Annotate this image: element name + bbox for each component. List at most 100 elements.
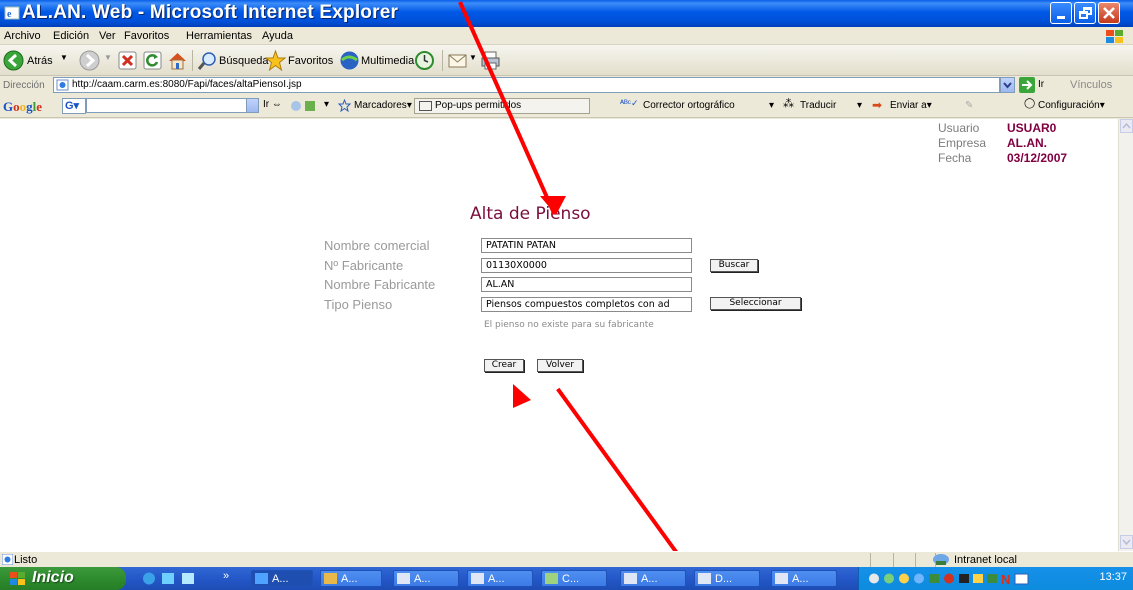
forward-dropdown-icon[interactable]: ▼ — [104, 53, 112, 62]
taskbar-item[interactable]: A... — [467, 570, 533, 587]
spellcheck-button[interactable]: Corrector ortográfico — [643, 100, 735, 111]
word-doc-icon — [624, 573, 637, 584]
google-logo[interactable]: Google — [3, 99, 42, 115]
popup-window-icon — [419, 101, 432, 111]
nombre-fabricante-input[interactable]: AL.AN — [481, 277, 692, 292]
search-icon[interactable] — [197, 50, 218, 71]
taskbar-item[interactable]: A... — [393, 570, 459, 587]
back-button-label[interactable]: Atrás — [27, 55, 53, 67]
status-bar: Listo Intranet local — [0, 551, 1133, 567]
google-options-dropdown[interactable]: ▾ — [324, 99, 329, 110]
scroll-up-button[interactable] — [1120, 119, 1133, 133]
buscar-button[interactable]: Buscar — [710, 259, 758, 272]
menu-edicion[interactable]: Edición — [53, 30, 89, 42]
security-zone: Intranet local — [954, 554, 1017, 566]
fecha-label: Fecha — [938, 151, 972, 165]
annotation-arrow-bottom — [556, 387, 692, 573]
taskbar-item[interactable]: A... — [320, 570, 382, 587]
history-icon[interactable] — [414, 50, 435, 71]
multimedia-icon[interactable] — [339, 50, 360, 71]
annotation-arrowhead-bottom — [513, 384, 531, 408]
nombre-comercial-label: Nombre comercial — [324, 238, 430, 253]
svg-text:N: N — [1001, 572, 1010, 586]
fecha-value: 03/12/2007 — [1007, 151, 1068, 165]
seleccionar-button[interactable]: Seleccionar — [710, 297, 801, 310]
translate-icon: ⁂ — [783, 98, 794, 110]
volver-button[interactable]: Volver — [537, 359, 583, 372]
send-to-button[interactable]: Enviar a▾ — [890, 100, 932, 111]
settings-button[interactable]: Configuración▾ — [1038, 100, 1105, 111]
spellcheck-icon: ᴬᴮᶜ✓ — [620, 98, 639, 108]
back-dropdown-icon[interactable]: ▼ — [60, 53, 68, 62]
vertical-scrollbar[interactable] — [1118, 119, 1133, 551]
favorites-star-icon[interactable] — [265, 50, 286, 71]
num-fabricante-input[interactable]: 01130X0000 — [481, 258, 692, 273]
svg-text:e: e — [7, 9, 12, 20]
address-dropdown-button[interactable] — [1000, 77, 1015, 93]
empresa-value: AL.AN. — [1007, 136, 1047, 150]
taskbar-item[interactable]: A... — [620, 570, 686, 587]
menu-ver[interactable]: Ver — [99, 30, 116, 42]
windows-flag-icon — [1106, 30, 1123, 43]
quick-launch-icons[interactable] — [142, 571, 212, 586]
annotation-arrowhead-top — [540, 196, 566, 215]
forward-arrow-icon[interactable] — [79, 50, 100, 71]
menu-ayuda[interactable]: Ayuda — [262, 30, 293, 42]
close-button[interactable] — [1098, 2, 1120, 24]
menu-archivo[interactable]: Archivo — [4, 30, 41, 42]
tipo-pienso-input[interactable]: Piensos compuestos completos con ad — [481, 297, 692, 312]
favorites-button-label[interactable]: Favoritos — [288, 55, 333, 67]
start-button[interactable]: Inicio — [0, 567, 126, 590]
bookmarks-button[interactable]: Marcadores▾ — [354, 100, 412, 111]
google-search-dropdown[interactable] — [246, 98, 259, 113]
page-done-icon — [2, 554, 13, 565]
search-button-label[interactable]: Búsqueda — [219, 55, 269, 67]
google-extras-icon[interactable] — [290, 99, 320, 113]
chevron-down-icon — [1003, 82, 1012, 89]
links-label[interactable]: Vínculos — [1070, 79, 1112, 91]
system-tray: N 13:37 — [858, 567, 1133, 590]
go-arrow-icon[interactable] — [1019, 77, 1035, 93]
google-search-input[interactable] — [86, 98, 258, 113]
nombre-comercial-input[interactable]: PATATIN PATAN — [481, 238, 692, 253]
standard-toolbar: Atrás ▼ ▼ Búsqueda Favoritos Multimedia — [0, 45, 1133, 76]
refresh-icon[interactable] — [142, 50, 163, 71]
highlighter-icon[interactable]: ✎ — [965, 100, 973, 111]
google-menu-button[interactable]: G▾ — [62, 98, 86, 114]
spellcheck-dropdown-icon[interactable]: ▾ — [769, 100, 774, 111]
home-icon[interactable] — [167, 50, 188, 71]
empresa-label: Empresa — [938, 136, 987, 150]
menu-bar: Archivo Edición Ver Favoritos Herramient… — [0, 27, 1133, 45]
taskbar-item[interactable]: C... — [541, 570, 607, 587]
usuario-label: Usuario — [938, 121, 980, 135]
mail-dropdown-icon[interactable]: ▼ — [469, 53, 477, 62]
tray-icons[interactable]: N — [867, 571, 1067, 586]
word-doc-icon — [471, 573, 484, 584]
minimize-button[interactable] — [1050, 2, 1072, 24]
maximize-button[interactable] — [1074, 2, 1096, 24]
menu-herramientas[interactable]: Herramientas — [186, 30, 252, 42]
stop-icon[interactable] — [117, 50, 138, 71]
taskbar-item[interactable]: A... — [251, 570, 313, 587]
taskbar-item[interactable]: D... — [694, 570, 760, 587]
word-doc-icon — [698, 573, 711, 584]
translate-dropdown-icon[interactable]: ▾ — [857, 100, 862, 111]
mail-icon[interactable] — [447, 50, 468, 71]
quick-launch-more[interactable]: » — [223, 570, 229, 582]
taskbar: Inicio » A... A... A... A... C... A... D… — [0, 567, 1133, 590]
word-doc-icon — [397, 573, 410, 584]
minimize-icon — [1057, 16, 1065, 19]
google-toolbar: Google G▾ Ir ⇔ ▾ Marcadores▾ Pop-ups per… — [0, 95, 1133, 118]
taskbar-item[interactable]: A... — [771, 570, 837, 587]
menu-favoritos[interactable]: Favoritos — [124, 30, 169, 42]
translate-button[interactable]: Traducir — [800, 100, 836, 111]
go-button-label[interactable]: Ir — [1038, 79, 1044, 90]
multimedia-button-label[interactable]: Multimedia — [361, 55, 414, 67]
address-input[interactable]: http://caam.carm.es:8080/Fapi/faces/alta… — [53, 77, 1000, 93]
intranet-icon — [933, 554, 949, 565]
crear-button[interactable]: Crear — [484, 359, 524, 372]
back-arrow-icon[interactable] — [3, 50, 24, 71]
scroll-down-button[interactable] — [1120, 535, 1133, 549]
address-label: Dirección — [3, 80, 45, 91]
google-go-button[interactable]: Ir ⇔ — [263, 99, 282, 110]
